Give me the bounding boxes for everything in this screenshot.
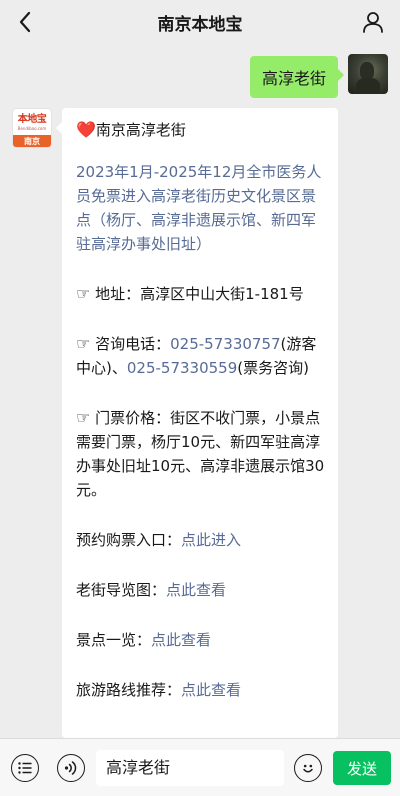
phone-link-ticket[interactable]: 025-57330559 — [127, 359, 237, 377]
chat-area[interactable]: 高淳老街 本地宝 Bendibao.com 南京 ❤️南京高淳老街 2023年1… — [0, 44, 400, 738]
route-line: 旅游路线推荐：点此查看 — [76, 678, 326, 702]
top-bar: 南京本地宝 — [0, 0, 400, 44]
bot-avatar[interactable]: 本地宝 Bendibao.com 南京 — [12, 108, 52, 148]
pointing-hand-icon: ☞ — [76, 334, 91, 353]
heart-icon: ❤️ — [76, 120, 96, 139]
notice-link[interactable]: 2023年1月-2025年12月全市医务人员免票进入高淳老街历史文化景区景点（杨… — [76, 163, 321, 253]
emoji-icon[interactable] — [294, 754, 322, 782]
attractions-label: 景点一览： — [76, 631, 152, 649]
message-input[interactable]: 高淳老街 — [96, 750, 284, 786]
guide-map-label: 老街导览图： — [76, 581, 167, 599]
my-avatar[interactable] — [348, 54, 388, 94]
phone-label: 咨询电话： — [95, 335, 171, 353]
bot-message-bubble: ❤️南京高淳老街 2023年1月-2025年12月全市医务人员免票进入高淳老街历… — [56, 108, 338, 738]
attractions-link[interactable]: 点此查看 — [151, 631, 211, 649]
message-heading: ❤️南京高淳老街 — [76, 118, 326, 142]
pointing-hand-icon: ☞ — [76, 284, 91, 303]
bot-avatar-logo: 本地宝 — [17, 114, 47, 125]
ticket-line: ☞ 门票价格：街区不收门票，小景点需要门票，杨厅10元、新四军驻高淳办事处旧址1… — [76, 406, 326, 502]
chat-title: 南京本地宝 — [157, 14, 243, 35]
menu-icon[interactable] — [11, 754, 39, 782]
booking-label: 预约购票入口： — [76, 531, 182, 549]
heading-text: 南京高淳老街 — [95, 121, 186, 139]
phone-link-visitor[interactable]: 025-57330757 — [170, 335, 280, 353]
address-value: 高淳区中山大街1-181号 — [140, 285, 304, 303]
send-button[interactable]: 发送 — [333, 751, 391, 785]
sent-message-row: 高淳老街 — [249, 54, 388, 98]
bot-avatar-city: 南京 — [13, 135, 51, 147]
route-link[interactable]: 点此查看 — [181, 681, 241, 699]
phone2-note: (票务咨询) — [237, 359, 309, 377]
guide-map-line: 老街导览图：点此查看 — [76, 578, 326, 602]
pointing-hand-icon: ☞ — [76, 408, 91, 427]
address-line: ☞ 地址：高淳区中山大街1-181号 — [76, 282, 326, 306]
user-icon[interactable] — [360, 9, 386, 35]
notice-text[interactable]: 2023年1月-2025年12月全市医务人员免票进入高淳老街历史文化景区景点（杨… — [76, 160, 326, 256]
sent-message-bubble[interactable]: 高淳老街 — [249, 56, 345, 98]
booking-link[interactable]: 点此进入 — [181, 531, 241, 549]
chevron-left-icon[interactable] — [12, 9, 38, 35]
composer-bar: 高淳老街 发送 — [0, 738, 400, 796]
booking-line: 预约购票入口：点此进入 — [76, 528, 326, 552]
phone-line: ☞ 咨询电话：025-57330757(游客中心)、025-57330559(票… — [76, 332, 326, 380]
guide-map-link[interactable]: 点此查看 — [166, 581, 226, 599]
bot-message-row: 本地宝 Bendibao.com 南京 ❤️南京高淳老街 2023年1月-202… — [12, 108, 338, 738]
bot-avatar-subtext: Bendibao.com — [17, 126, 47, 131]
route-label: 旅游路线推荐： — [76, 681, 182, 699]
ticket-label: 门票价格： — [95, 409, 171, 427]
voice-icon[interactable] — [57, 754, 85, 782]
attractions-line: 景点一览：点此查看 — [76, 628, 326, 652]
address-label: 地址： — [95, 285, 141, 303]
